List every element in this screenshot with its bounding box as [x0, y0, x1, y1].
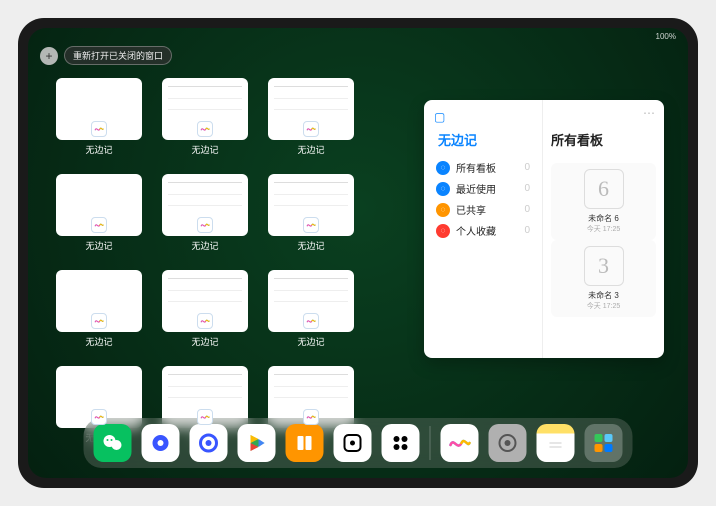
window-thumbnail[interactable]: 无边记	[56, 270, 142, 348]
window-thumbnail[interactable]: 无边记	[56, 78, 142, 156]
dock-app-wechat[interactable]	[94, 424, 132, 462]
reopen-closed-window-button[interactable]: 重新打开已关闭的窗口	[64, 46, 172, 65]
window-label: 无边记	[85, 143, 112, 156]
dock-app-freeform[interactable]	[441, 424, 479, 462]
window-preview[interactable]	[56, 78, 142, 140]
freeform-badge-icon	[303, 121, 319, 137]
window-label: 无边记	[297, 239, 324, 252]
sidebar-item-count: 0	[524, 225, 530, 236]
window-grid: 无边记无边记无边记无边记无边记无边记无边记无边记无边记无边记无边记无边记	[56, 78, 354, 444]
dock-app-camera-kit[interactable]	[382, 424, 420, 462]
window-thumbnail[interactable]: 无边记	[162, 78, 248, 156]
window-thumbnail[interactable]: 无边记	[162, 174, 248, 252]
dock-app-play[interactable]	[238, 424, 276, 462]
dock-app-quark-hd[interactable]	[142, 424, 180, 462]
window-label: 无边记	[191, 143, 218, 156]
freeform-badge-icon	[91, 121, 107, 137]
window-preview[interactable]	[162, 270, 248, 332]
dock-app-books[interactable]	[286, 424, 324, 462]
sidebar-item-icon: ◌	[436, 161, 450, 175]
panel-right-title: 所有看板	[551, 130, 656, 149]
window-thumbnail[interactable]: 无边记	[268, 174, 354, 252]
window-preview[interactable]	[56, 174, 142, 236]
freeform-badge-icon	[197, 217, 213, 233]
board-name: 未命名 3	[588, 290, 619, 301]
window-label: 无边记	[85, 239, 112, 252]
dock-separator	[430, 426, 431, 460]
board-time: 今天 17:25	[587, 224, 620, 234]
dock-app-notes[interactable]	[537, 424, 575, 462]
window-thumbnail[interactable]: 无边记	[268, 270, 354, 348]
window-preview[interactable]	[56, 270, 142, 332]
window-thumbnail[interactable]: 无边记	[162, 270, 248, 348]
top-bar: + 重新打开已关闭的窗口	[40, 46, 172, 65]
freeform-badge-icon	[303, 313, 319, 329]
sidebar-item-count: 0	[524, 183, 530, 194]
window-preview[interactable]	[162, 174, 248, 236]
freeform-badge-icon	[91, 409, 107, 425]
ipad-screen: 100% + 重新打开已关闭的窗口 无边记无边记无边记无边记无边记无边记无边记无…	[28, 28, 688, 478]
dock-app-settings[interactable]	[489, 424, 527, 462]
sidebar-item-label: 所有看板	[456, 160, 496, 175]
window-label: 无边记	[297, 143, 324, 156]
sidebar-item[interactable]: ◌ 已共享 0	[434, 199, 532, 220]
dock-app-quark[interactable]	[190, 424, 228, 462]
freeform-badge-icon	[197, 313, 213, 329]
freeform-badge-icon	[197, 121, 213, 137]
panel-sidebar: 无边记 ◌ 所有看板 0 ◌ 最近使用 0 ◌ 已共享 0 ◌ 个人收藏 0	[424, 100, 542, 358]
ipad-device: 100% + 重新打开已关闭的窗口 无边记无边记无边记无边记无边记无边记无边记无…	[18, 18, 698, 488]
sidebar-item-label: 个人收藏	[456, 223, 496, 238]
window-thumbnail[interactable]: 无边记	[56, 174, 142, 252]
sidebar-item-count: 0	[524, 204, 530, 215]
window-label: 无边记	[191, 239, 218, 252]
sidebar-item-label: 最近使用	[456, 181, 496, 196]
window-preview[interactable]	[268, 270, 354, 332]
board-card[interactable]: 3 未命名 3今天 17:25	[551, 240, 656, 317]
board-thumbnail: 6	[584, 169, 624, 209]
board-card[interactable]: 6 未命名 6今天 17:25	[551, 163, 656, 240]
sidebar-item[interactable]: ◌ 个人收藏 0	[434, 220, 532, 241]
freeform-badge-icon	[197, 409, 213, 425]
dock-app-dice[interactable]	[334, 424, 372, 462]
window-label: 无边记	[297, 335, 324, 348]
dock-app-app-library[interactable]	[585, 424, 623, 462]
panel-left-title: 无边记	[438, 130, 532, 149]
freeform-badge-icon	[303, 409, 319, 425]
board-time: 今天 17:25	[587, 301, 620, 311]
freeform-badge-icon	[91, 313, 107, 329]
sidebar-item-count: 0	[524, 162, 530, 173]
sidebar-item[interactable]: ◌ 所有看板 0	[434, 157, 532, 178]
window-preview[interactable]	[268, 174, 354, 236]
status-bar: 100%	[656, 32, 676, 41]
new-window-button[interactable]: +	[40, 47, 58, 65]
panel-content: 所有看板 6未命名 6今天 17:253未命名 3今天 17:25	[542, 100, 664, 358]
window-label: 无边记	[85, 335, 112, 348]
sidebar-item-icon: ◌	[436, 224, 450, 238]
window-thumbnail[interactable]: 无边记	[268, 78, 354, 156]
sidebar-item-label: 已共享	[456, 202, 486, 217]
board-name: 未命名 6	[588, 213, 619, 224]
dock	[84, 418, 633, 468]
sidebar-item-icon: ◌	[436, 203, 450, 217]
sidebar-item-icon: ◌	[436, 182, 450, 196]
freeform-badge-icon	[91, 217, 107, 233]
sidebar-item[interactable]: ◌ 最近使用 0	[434, 178, 532, 199]
board-thumbnail: 3	[584, 246, 624, 286]
panel-app-icon: ▢	[434, 110, 445, 124]
window-preview[interactable]	[268, 78, 354, 140]
panel-more-icon[interactable]: ⋯	[643, 106, 656, 120]
window-label: 无边记	[191, 335, 218, 348]
window-preview[interactable]	[162, 78, 248, 140]
freeform-badge-icon	[303, 217, 319, 233]
freeform-panel[interactable]: ⋯ ▢ 无边记 ◌ 所有看板 0 ◌ 最近使用 0 ◌ 已共享 0 ◌ 个人收藏 0 所有看板 6 未命…	[424, 100, 664, 358]
